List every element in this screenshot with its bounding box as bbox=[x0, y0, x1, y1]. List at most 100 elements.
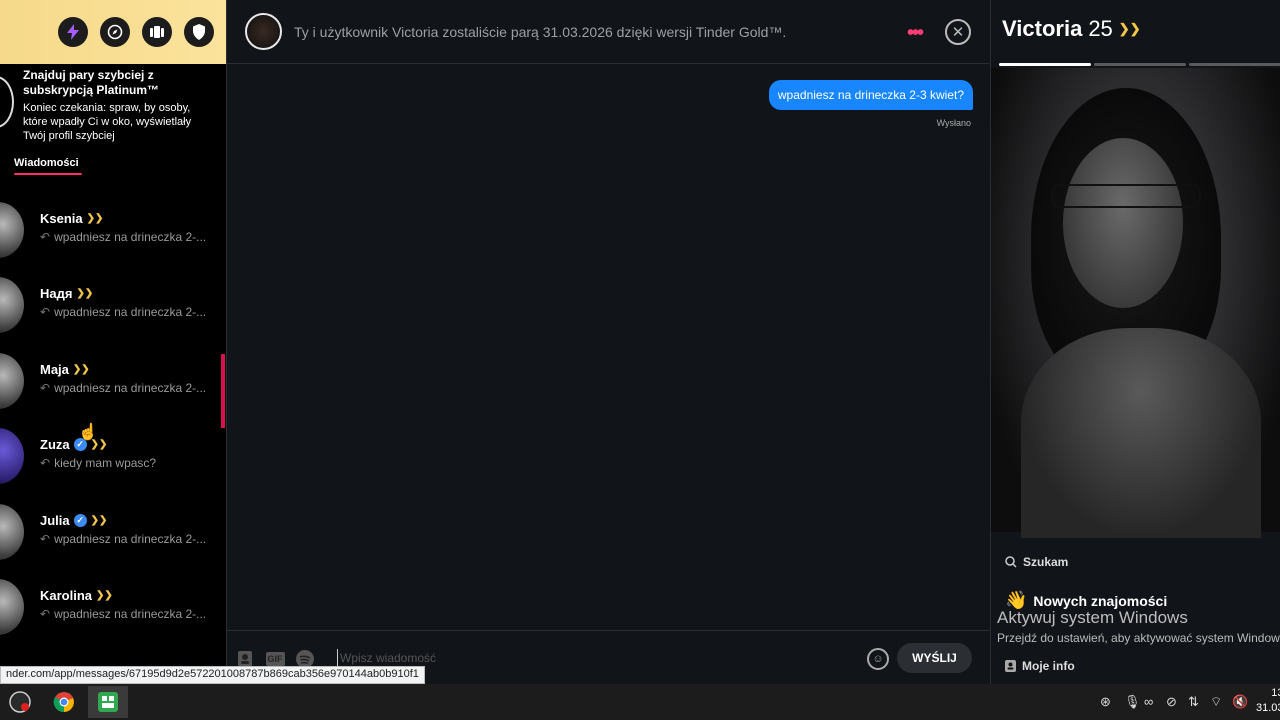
my-info-row[interactable]: Moje info bbox=[1005, 659, 1075, 673]
scrollbar-thumb[interactable] bbox=[221, 354, 225, 428]
system-clock[interactable]: 13 31.03 bbox=[1256, 686, 1280, 716]
avatar bbox=[0, 202, 24, 258]
sidebar: Znajduj pary szybciej z subskrypcją Plat… bbox=[0, 0, 226, 684]
url-tooltip: nder.com/app/messages/67195d9d2e57220100… bbox=[0, 666, 425, 684]
conversation-name: Надя bbox=[40, 286, 73, 301]
boost-button[interactable] bbox=[58, 17, 88, 47]
avatar bbox=[0, 504, 24, 560]
conversation-list: Ksenia ❯❯ ↶ wpadniesz na drineczka 2-... Н… bbox=[0, 182, 226, 684]
card-stack-icon bbox=[150, 26, 164, 38]
taskbar-app-obs[interactable] bbox=[0, 686, 40, 718]
looking-for-label-row: Szukam bbox=[1005, 555, 1068, 569]
conversation-preview: kiedy mam wpasc? bbox=[54, 456, 157, 470]
taskbar: ⊛ 🎙 ∞ ⊘ ⇅ ⌔ 🔇 13 31.03 bbox=[0, 684, 1280, 720]
profile-panel: Victoria 25 ❯❯ Szukam 👋 Nowych znajomośc… bbox=[990, 0, 1280, 684]
promo-description: Koniec czekania: spraw, by osoby, które … bbox=[23, 102, 192, 142]
wifi-tray-icon[interactable]: ⌔ bbox=[1210, 694, 1222, 710]
message-bubble[interactable]: wpadniesz na drineczka 2-3 kwiet? bbox=[768, 80, 973, 110]
gold-match-icon: ❯❯ bbox=[90, 515, 108, 526]
conversation-item[interactable]: Надя ❯❯ ↶ wpadniesz na drineczka 2-... bbox=[0, 269, 220, 339]
gif-label: GIF bbox=[265, 652, 285, 666]
update-tray-icon[interactable]: ⇅ bbox=[1188, 694, 1199, 710]
taskbar-app-chrome[interactable] bbox=[44, 686, 84, 718]
gold-match-icon: ❯❯ bbox=[86, 213, 104, 224]
my-info-label: Moje info bbox=[1022, 659, 1075, 673]
microphone-tray-icon[interactable]: 🎙 bbox=[1124, 694, 1141, 710]
windows-activation-title: Aktywuj system Windows bbox=[997, 608, 1188, 627]
reply-arrow-icon: ↶ bbox=[40, 305, 51, 319]
camera-off-tray-icon[interactable]: ⊘ bbox=[1166, 694, 1177, 710]
reply-arrow-icon: ↶ bbox=[40, 230, 51, 244]
obs-icon bbox=[9, 691, 31, 713]
reply-arrow-icon: ↶ bbox=[40, 607, 51, 621]
sidebar-header bbox=[0, 0, 226, 64]
gold-match-icon: ❯❯ bbox=[76, 288, 94, 299]
tab-messages[interactable]: Wiadomości bbox=[14, 157, 79, 169]
volume-muted-tray-icon[interactable]: 🔇 bbox=[1232, 694, 1248, 710]
tab-active-underline bbox=[14, 173, 82, 175]
promo-ring-icon bbox=[0, 76, 14, 128]
photo-progress bbox=[999, 63, 1280, 66]
chat-header: Ty i użytkownik Victoria zostaliście par… bbox=[227, 0, 989, 64]
shield-icon bbox=[193, 24, 205, 40]
app-tile-icon bbox=[98, 692, 118, 712]
close-icon: ✕ bbox=[951, 24, 965, 41]
photo-indicator[interactable] bbox=[999, 63, 1091, 66]
reply-arrow-icon: ↶ bbox=[40, 381, 51, 395]
conversation-name: Maja bbox=[40, 362, 69, 377]
profile-name: Victoria bbox=[1002, 16, 1083, 41]
looking-for-value: Nowych znajomości bbox=[1033, 592, 1168, 609]
clock-date: 31.03 bbox=[1256, 702, 1280, 714]
conversation-item[interactable]: Karolina ❯❯ ↶ wpadniesz na drineczka 2-... bbox=[0, 571, 220, 641]
profile-name-row: Victoria 25 ❯❯ bbox=[1002, 16, 1141, 42]
avatar bbox=[0, 353, 24, 409]
cards-button[interactable] bbox=[142, 17, 172, 47]
profile-photo[interactable] bbox=[991, 68, 1280, 538]
chrome-icon bbox=[53, 692, 74, 713]
avatar bbox=[0, 277, 24, 333]
conversation-item[interactable]: Julia ✓ ❯❯ ↶ wpadniesz na drineczka 2-... bbox=[0, 496, 220, 566]
hand-cursor-icon: ☝ bbox=[78, 424, 98, 441]
smiley-icon: ☺ bbox=[872, 653, 884, 665]
message-status: Wysłano bbox=[936, 118, 971, 128]
chat-panel: Ty i użytkownik Victoria zostaliście par… bbox=[226, 0, 990, 684]
platinum-promo[interactable]: Znajduj pary szybciej z subskrypcją Plat… bbox=[0, 64, 226, 146]
conversation-name: Zuza bbox=[40, 437, 70, 452]
verified-badge-icon: ✓ bbox=[73, 514, 87, 527]
reply-arrow-icon: ↶ bbox=[40, 456, 51, 470]
lightning-icon bbox=[67, 24, 79, 40]
search-icon bbox=[1005, 556, 1017, 568]
clock-time: 13 bbox=[1271, 687, 1280, 699]
conversation-preview: wpadniesz na drineczka 2-... bbox=[54, 532, 207, 546]
conversation-preview: wpadniesz na drineczka 2-... bbox=[54, 607, 207, 621]
avatar bbox=[0, 579, 24, 635]
avatar bbox=[0, 428, 24, 484]
match-avatar[interactable] bbox=[245, 13, 282, 50]
gold-match-icon: ❯❯ bbox=[1118, 21, 1141, 36]
looking-for-label: Szukam bbox=[1023, 555, 1069, 569]
compass-icon bbox=[107, 24, 123, 40]
conversation-name: Julia bbox=[40, 513, 70, 528]
send-button[interactable]: WYŚLIJ bbox=[897, 643, 972, 673]
conversation-preview: wpadniesz na drineczka 2-... bbox=[54, 381, 207, 395]
conversation-preview: wpadniesz na drineczka 2-... bbox=[54, 305, 207, 319]
gold-match-icon: ❯❯ bbox=[96, 590, 113, 601]
contact-card-icon bbox=[1005, 660, 1016, 672]
app-root: Znajduj pary szybciej z subskrypcją Plat… bbox=[0, 0, 1280, 720]
photo-indicator[interactable] bbox=[1094, 63, 1186, 66]
safety-button[interactable] bbox=[184, 17, 214, 47]
explore-button[interactable] bbox=[100, 17, 130, 47]
photo-indicator[interactable] bbox=[1189, 63, 1280, 66]
emoji-button[interactable]: ☺ bbox=[867, 648, 889, 670]
close-chat-button[interactable]: ✕ bbox=[945, 19, 971, 45]
conversation-item[interactable]: Ksenia ❯❯ ↶ wpadniesz na drineczka 2-... bbox=[0, 194, 220, 264]
profile-age: 25 bbox=[1088, 16, 1113, 41]
conversation-item[interactable]: Zuza ✓ ❯❯ ↶ kiedy mam wpasc? bbox=[0, 420, 220, 490]
link-tray-icon[interactable]: ∞ bbox=[1144, 694, 1153, 709]
more-options-icon[interactable]: ••• bbox=[907, 22, 924, 45]
antivirus-tray-icon[interactable]: ⊛ bbox=[1100, 694, 1111, 710]
conversation-item[interactable]: Maja ❯❯ ↶ wpadniesz na drineczka 2-... bbox=[0, 345, 220, 415]
windows-activation-text: Przejdź do ustawień, aby aktywować syste… bbox=[997, 631, 1280, 645]
sidebar-tabs: Wiadomości bbox=[0, 146, 226, 182]
taskbar-app-active[interactable] bbox=[88, 686, 128, 718]
